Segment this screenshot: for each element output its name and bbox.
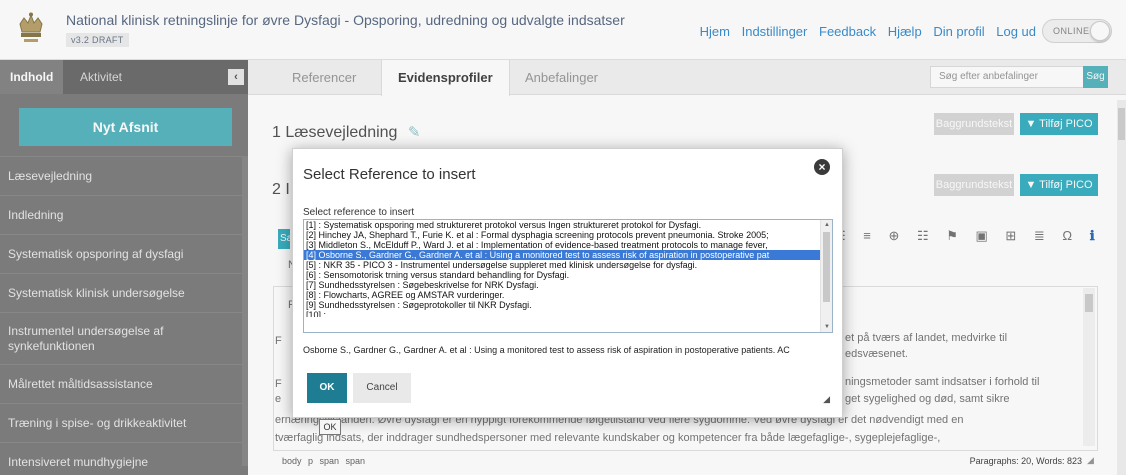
reference-option[interactable]: [2] Hinchey JA, Shephard T., Furie K. et…: [304, 230, 822, 240]
reference-option[interactable]: [10] :: [304, 310, 822, 317]
cancel-button[interactable]: Cancel: [353, 373, 411, 403]
reference-option[interactable]: [1] : Systematisk opsporing med struktur…: [304, 220, 822, 230]
reference-option[interactable]: [9] Sundhedsstyrelsen : Søgeprotokoller …: [304, 300, 822, 310]
close-icon[interactable]: ×: [814, 159, 830, 175]
reference-select-label: Select reference to insert: [303, 207, 415, 218]
scroll-down-icon[interactable]: ▼: [824, 324, 830, 330]
reference-option[interactable]: [3] Middleton S., McElduff P., Ward J. e…: [304, 240, 822, 250]
selected-reference-preview: Osborne S., Gardner G., Gardner A. et al…: [303, 345, 790, 355]
ok-tooltip: OK: [319, 419, 341, 435]
reference-option[interactable]: [7] Sundhedsstyrelsen : Søgebeskrivelse …: [304, 280, 822, 290]
reference-option-selected[interactable]: [4] Osborne S., Gardner G., Gardner A. e…: [304, 250, 822, 260]
dialog-resize-grip-icon[interactable]: ◢: [823, 394, 830, 405]
reference-list-scroll-thumb[interactable]: [823, 232, 830, 302]
reference-listbox[interactable]: [1] : Systematisk opsporing med struktur…: [303, 219, 833, 333]
reference-option[interactable]: [8] : Flowcharts, AGREE og AMSTAR vurder…: [304, 290, 822, 300]
reference-list-scrollbar[interactable]: ▲ ▼: [820, 220, 832, 332]
dialog-title: Select Reference to insert: [303, 166, 476, 183]
reference-option[interactable]: [5] : NKR 35 - PICO 3 - Instrumentel und…: [304, 260, 822, 270]
ok-button[interactable]: OK: [307, 373, 347, 403]
select-reference-dialog: Select Reference to insert × Select refe…: [292, 148, 843, 418]
reference-option[interactable]: [6] : Sensomotorisk trning versus standa…: [304, 270, 822, 280]
scroll-up-icon[interactable]: ▲: [824, 222, 830, 228]
